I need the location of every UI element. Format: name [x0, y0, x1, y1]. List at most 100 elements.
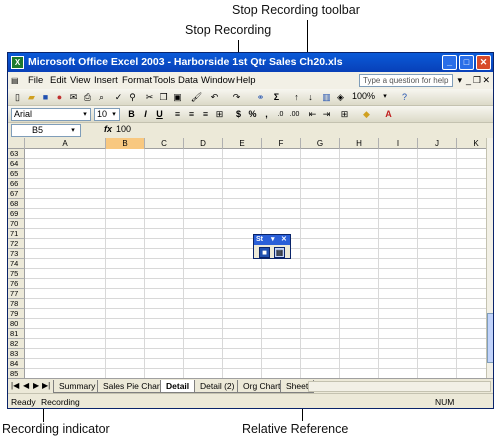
stop-toolbar-title[interactable]: St ▾ ✕	[254, 235, 290, 245]
undo-icon[interactable]: ↶	[208, 91, 221, 104]
row-header-75[interactable]: 75	[8, 269, 25, 279]
hyperlink-icon[interactable]: ⚭	[254, 91, 267, 104]
minimize-button[interactable]: _	[442, 55, 457, 70]
sheet-tab-sales-pie-chart[interactable]: Sales Pie Chart	[97, 380, 169, 393]
percent-button[interactable]: %	[246, 108, 259, 121]
stop-recording-button[interactable]: ■	[259, 247, 270, 258]
scroll-thumb[interactable]	[487, 313, 493, 363]
maximize-button[interactable]: □	[459, 55, 474, 70]
name-box[interactable]: B5 ▾	[11, 124, 81, 137]
menu-help[interactable]: Help	[236, 72, 256, 89]
open-icon[interactable]: ▰	[25, 91, 38, 104]
menu-format[interactable]: Format	[122, 72, 152, 89]
new-icon[interactable]: ▯	[11, 91, 24, 104]
sheet-tab-org-chart[interactable]: Org Chart	[237, 380, 287, 393]
worksheet-grid[interactable]: ABCDEFGHIJK 63 64 65 66 67 68 69 70 71 72 73 74 75 76…	[8, 138, 486, 378]
menu-view[interactable]: View	[70, 72, 90, 89]
menu-data[interactable]: Data	[178, 72, 198, 89]
row-header-80[interactable]: 80	[8, 319, 25, 329]
insert-function-button[interactable]: fx	[104, 124, 112, 134]
font-color-icon[interactable]: A	[382, 108, 395, 121]
menu-window[interactable]: Window	[201, 72, 235, 89]
help-search-input[interactable]: Type a question for help	[359, 74, 453, 87]
help-icon[interactable]: ?	[398, 91, 411, 104]
row-header-69[interactable]: 69	[8, 209, 25, 219]
save-icon[interactable]: ■	[39, 91, 52, 104]
menu-insert[interactable]: Insert	[94, 72, 118, 89]
decrease-indent-icon[interactable]: ⇤	[306, 108, 319, 121]
format-painter-icon[interactable]: 🖌	[190, 91, 203, 104]
italic-button[interactable]: I	[139, 108, 152, 121]
row-header-81[interactable]: 81	[8, 329, 25, 339]
sheet-tab-summary[interactable]: Summary	[53, 380, 102, 393]
paste-icon[interactable]: ▣	[171, 91, 184, 104]
research-icon[interactable]: ⚲	[126, 91, 139, 104]
row-header-78[interactable]: 78	[8, 299, 25, 309]
column-header-b[interactable]: B	[106, 138, 145, 149]
row-header-83[interactable]: 83	[8, 349, 25, 359]
cut-icon[interactable]: ✂	[143, 91, 156, 104]
row-header-71[interactable]: 71	[8, 229, 25, 239]
comma-style-icon[interactable]: ,	[260, 108, 273, 121]
column-header-i[interactable]: I	[379, 138, 418, 149]
row-header-76[interactable]: 76	[8, 279, 25, 289]
row-header-79[interactable]: 79	[8, 309, 25, 319]
column-header-h[interactable]: H	[340, 138, 379, 149]
column-header-f[interactable]: F	[262, 138, 301, 149]
chart-wizard-icon[interactable]: ▥	[320, 91, 333, 104]
doc-minimize-button[interactable]: _	[466, 75, 471, 86]
toolbar-options-icon[interactable]: ▾	[271, 235, 275, 245]
select-all-corner[interactable]	[8, 138, 25, 149]
copy-icon[interactable]: ❐	[157, 91, 170, 104]
column-header-j[interactable]: J	[418, 138, 457, 149]
align-left-icon[interactable]: ≡	[171, 108, 184, 121]
row-header-67[interactable]: 67	[8, 189, 25, 199]
drawing-icon[interactable]: ◈	[334, 91, 347, 104]
print-preview-icon[interactable]: ⌕	[95, 91, 108, 104]
row-header-63[interactable]: 63	[8, 149, 25, 159]
fill-color-icon[interactable]: ◆	[360, 108, 373, 121]
row-header-74[interactable]: 74	[8, 259, 25, 269]
increase-indent-icon[interactable]: ⇥	[320, 108, 333, 121]
close-button[interactable]: ✕	[476, 55, 491, 70]
row-header-70[interactable]: 70	[8, 219, 25, 229]
row-header-66[interactable]: 66	[8, 179, 25, 189]
merge-center-icon[interactable]: ⊞	[213, 108, 226, 121]
relative-reference-button[interactable]: ▦	[274, 247, 285, 258]
row-header-73[interactable]: 73	[8, 249, 25, 259]
align-right-icon[interactable]: ≡	[199, 108, 212, 121]
row-header-77[interactable]: 77	[8, 289, 25, 299]
font-size-select[interactable]: 10 ▾	[94, 108, 120, 121]
row-header-68[interactable]: 68	[8, 199, 25, 209]
redo-icon[interactable]: ↷	[230, 91, 243, 104]
zoom-select[interactable]: 100% ▾	[350, 91, 390, 104]
last-sheet-icon[interactable]: ▶|	[42, 381, 50, 390]
menu-edit[interactable]: Edit	[50, 72, 66, 89]
row-header-84[interactable]: 84	[8, 359, 25, 369]
font-name-select[interactable]: Arial ▾	[11, 108, 91, 121]
increase-decimal-icon[interactable]: .0	[274, 108, 287, 121]
column-header-c[interactable]: C	[145, 138, 184, 149]
stop-recording-toolbar[interactable]: St ▾ ✕ ■ ▦	[253, 234, 291, 259]
row-header-85[interactable]: 85	[8, 369, 25, 378]
horizontal-scrollbar[interactable]	[308, 381, 491, 392]
doc-icon[interactable]: ▤	[11, 72, 19, 89]
vertical-scrollbar[interactable]	[486, 138, 493, 378]
borders-icon[interactable]: ⊞	[338, 108, 351, 121]
bold-button[interactable]: B	[125, 108, 138, 121]
sort-descending-icon[interactable]: ↓	[304, 91, 317, 104]
row-header-82[interactable]: 82	[8, 339, 25, 349]
formula-input[interactable]: 100	[116, 124, 131, 134]
sheet-tab-detail[interactable]: Detail	[160, 380, 196, 393]
row-header-65[interactable]: 65	[8, 169, 25, 179]
spelling-icon[interactable]: ✓	[112, 91, 125, 104]
sort-ascending-icon[interactable]: ↑	[290, 91, 303, 104]
column-header-e[interactable]: E	[223, 138, 262, 149]
doc-restore-button[interactable]: ❐	[473, 75, 481, 86]
currency-button[interactable]: $	[232, 108, 245, 121]
print-icon[interactable]: ⎙	[81, 91, 94, 104]
email-icon[interactable]: ✉	[67, 91, 80, 104]
menu-tools[interactable]: Tools	[153, 72, 175, 89]
prev-sheet-icon[interactable]: ◀	[23, 381, 29, 390]
column-header-d[interactable]: D	[184, 138, 223, 149]
